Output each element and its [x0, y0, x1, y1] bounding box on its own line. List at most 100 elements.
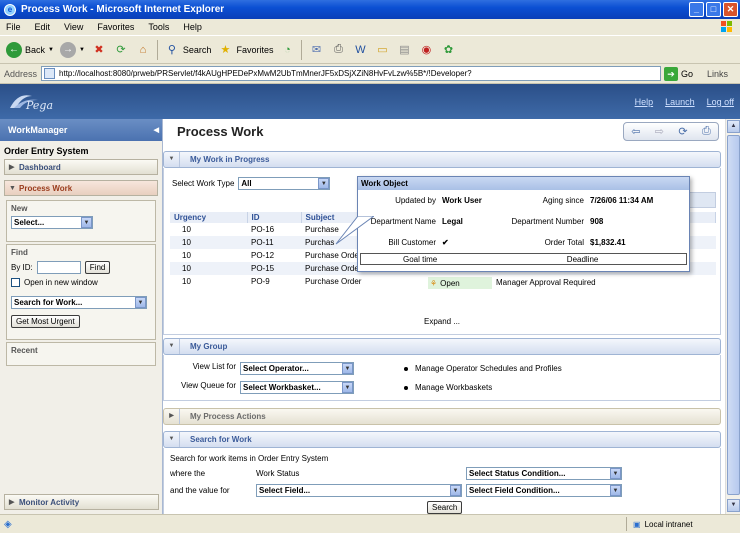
workbasket-select[interactable]: Select Workbasket... ▼: [240, 381, 354, 394]
work-type-select[interactable]: All ▼: [238, 177, 331, 190]
status-condition-select[interactable]: Select Status Condition... ▼: [466, 467, 622, 480]
find-id-input[interactable]: [36, 261, 81, 274]
collapse-icon[interactable]: ◀: [154, 126, 159, 134]
forward-button[interactable]: → ▼: [59, 41, 85, 58]
search-intro: Search for work items in Order Entry Sys…: [170, 454, 329, 463]
menu-help[interactable]: Help: [183, 22, 202, 32]
scroll-thumb[interactable]: [727, 135, 740, 495]
stop-icon[interactable]: ✖: [91, 42, 107, 58]
research-icon[interactable]: ▤: [396, 42, 412, 58]
home-icon[interactable]: ⌂: [135, 42, 151, 58]
edit-icon[interactable]: W: [352, 42, 368, 58]
favorites-label: Favorites: [236, 44, 274, 55]
search-button[interactable]: ⚲ Search: [164, 42, 212, 58]
maximize-button[interactable]: □: [706, 2, 721, 17]
field-select-value: Select Field...: [259, 486, 311, 495]
status-icon: ⚘: [430, 278, 438, 288]
minimize-button[interactable]: _: [689, 2, 704, 17]
links-button[interactable]: Links: [707, 69, 728, 79]
new-work-select[interactable]: Select... ▼: [11, 216, 93, 229]
history-icon[interactable]: ◔: [279, 42, 295, 58]
manage-schedules-link[interactable]: Manage Operator Schedules and Profiles: [415, 364, 562, 373]
get-most-urgent-button[interactable]: Get Most Urgent: [11, 315, 80, 328]
search-submit-button[interactable]: Search: [427, 501, 463, 514]
scroll-up-icon[interactable]: ▲: [727, 120, 740, 133]
new-window-label: Open in new window: [24, 278, 98, 287]
field-select[interactable]: Select Field... ▼: [256, 484, 462, 497]
actions-section-header[interactable]: ▶ My Process Actions: [163, 408, 721, 425]
view-list-label: View List for: [192, 362, 236, 371]
goal-time-label: Goal time: [402, 254, 438, 264]
find-button[interactable]: Find: [84, 261, 111, 274]
manage-workbaskets-link[interactable]: Manage Workbaskets: [415, 383, 492, 392]
app-header: Pega Help Launch Log off: [0, 84, 740, 119]
contacts-icon[interactable]: ✿: [440, 42, 456, 58]
refresh-icon[interactable]: ⟳: [678, 125, 687, 138]
field-condition-value: Select Field Condition...: [469, 486, 560, 495]
mail-icon[interactable]: ✉: [308, 42, 324, 58]
timeliness-bar: Goal time Deadline: [360, 253, 687, 265]
page-icon: [44, 68, 56, 79]
logoff-link[interactable]: Log off: [707, 97, 734, 107]
work-type-label: Select Work Type: [172, 179, 235, 188]
close-button[interactable]: ✕: [723, 2, 738, 17]
column-header-id[interactable]: ID: [247, 212, 302, 223]
field-condition-select[interactable]: Select Field Condition... ▼: [466, 484, 622, 497]
wip-heading: My Work in Progress: [190, 155, 270, 164]
id-cell[interactable]: PO-12: [247, 249, 301, 262]
folder-icon[interactable]: ▭: [374, 42, 390, 58]
expand-link[interactable]: Expand ...: [424, 317, 460, 326]
toolbar-divider: [156, 39, 158, 60]
go-arrow-icon: ➔: [664, 66, 679, 81]
new-work-select-value: Select...: [14, 218, 45, 227]
address-input[interactable]: http://localhost:8080/prweb/PRServlet/f4…: [41, 66, 662, 81]
group-section-header[interactable]: ▼ My Group: [163, 338, 721, 355]
back-button[interactable]: ← Back ▼: [6, 41, 54, 58]
menu-view[interactable]: View: [64, 22, 83, 32]
messenger-icon[interactable]: ◉: [418, 42, 434, 58]
updated-by-label: Updated by: [395, 196, 436, 205]
search-work-select[interactable]: Search for Work... ▼: [11, 296, 147, 309]
favorites-button[interactable]: ★ Favorites: [217, 42, 274, 58]
sidebar-item-dashboard[interactable]: ▶ Dashboard: [4, 159, 158, 175]
id-cell[interactable]: PO-16: [247, 223, 301, 236]
urgency-cell: 10: [182, 225, 191, 234]
menu-tools[interactable]: Tools: [148, 22, 169, 32]
sidebar-item-process-work[interactable]: ▼ Process Work: [4, 180, 158, 196]
forward-arrow-icon[interactable]: ⇨: [655, 125, 664, 138]
vertical-scrollbar[interactable]: ▲ ▼: [725, 119, 740, 514]
new-window-checkbox[interactable]: [11, 278, 20, 287]
intranet-icon: ▣: [633, 519, 641, 529]
wip-section-header[interactable]: ▼ My Work in Progress: [163, 151, 721, 168]
new-label: New: [11, 204, 28, 213]
help-link[interactable]: Help: [635, 97, 654, 107]
work-type-value: All: [241, 179, 252, 188]
menu-file[interactable]: File: [6, 22, 21, 32]
operator-select[interactable]: Select Operator... ▼: [240, 362, 354, 375]
chevron-right-icon: ▶: [9, 164, 15, 171]
id-cell[interactable]: PO-11: [247, 236, 301, 249]
dept-name-value: Legal: [442, 217, 463, 226]
launch-link[interactable]: Launch: [665, 97, 695, 107]
back-arrow-icon[interactable]: ⇦: [631, 125, 640, 138]
sidebar-title: WorkManager: [8, 125, 68, 135]
back-label: Back: [25, 44, 46, 55]
page-title: Process Work: [177, 124, 264, 139]
search-section-header[interactable]: ▼ Search for Work: [163, 431, 721, 448]
print-icon[interactable]: ⎙: [330, 42, 346, 58]
byid-label: By ID:: [11, 263, 33, 272]
address-label: Address: [4, 68, 38, 79]
scroll-down-icon[interactable]: ▼: [727, 499, 740, 512]
go-button[interactable]: ➔ Go: [664, 66, 693, 81]
workbasket-select-value: Select Workbasket...: [243, 383, 321, 392]
column-header-urgency[interactable]: Urgency: [170, 212, 248, 223]
refresh-icon[interactable]: ⟳: [113, 42, 129, 58]
chevron-down-icon: ▼: [610, 485, 621, 496]
sidebar-item-monitor-activity[interactable]: ▶ Monitor Activity: [4, 494, 159, 510]
id-cell[interactable]: PO-15: [247, 262, 301, 275]
print-icon[interactable]: ⎙: [702, 125, 711, 138]
menu-favorites[interactable]: Favorites: [97, 22, 134, 32]
menu-edit[interactable]: Edit: [35, 22, 51, 32]
chevron-down-icon: ▼: [9, 184, 16, 192]
id-cell[interactable]: PO-9: [247, 275, 301, 288]
